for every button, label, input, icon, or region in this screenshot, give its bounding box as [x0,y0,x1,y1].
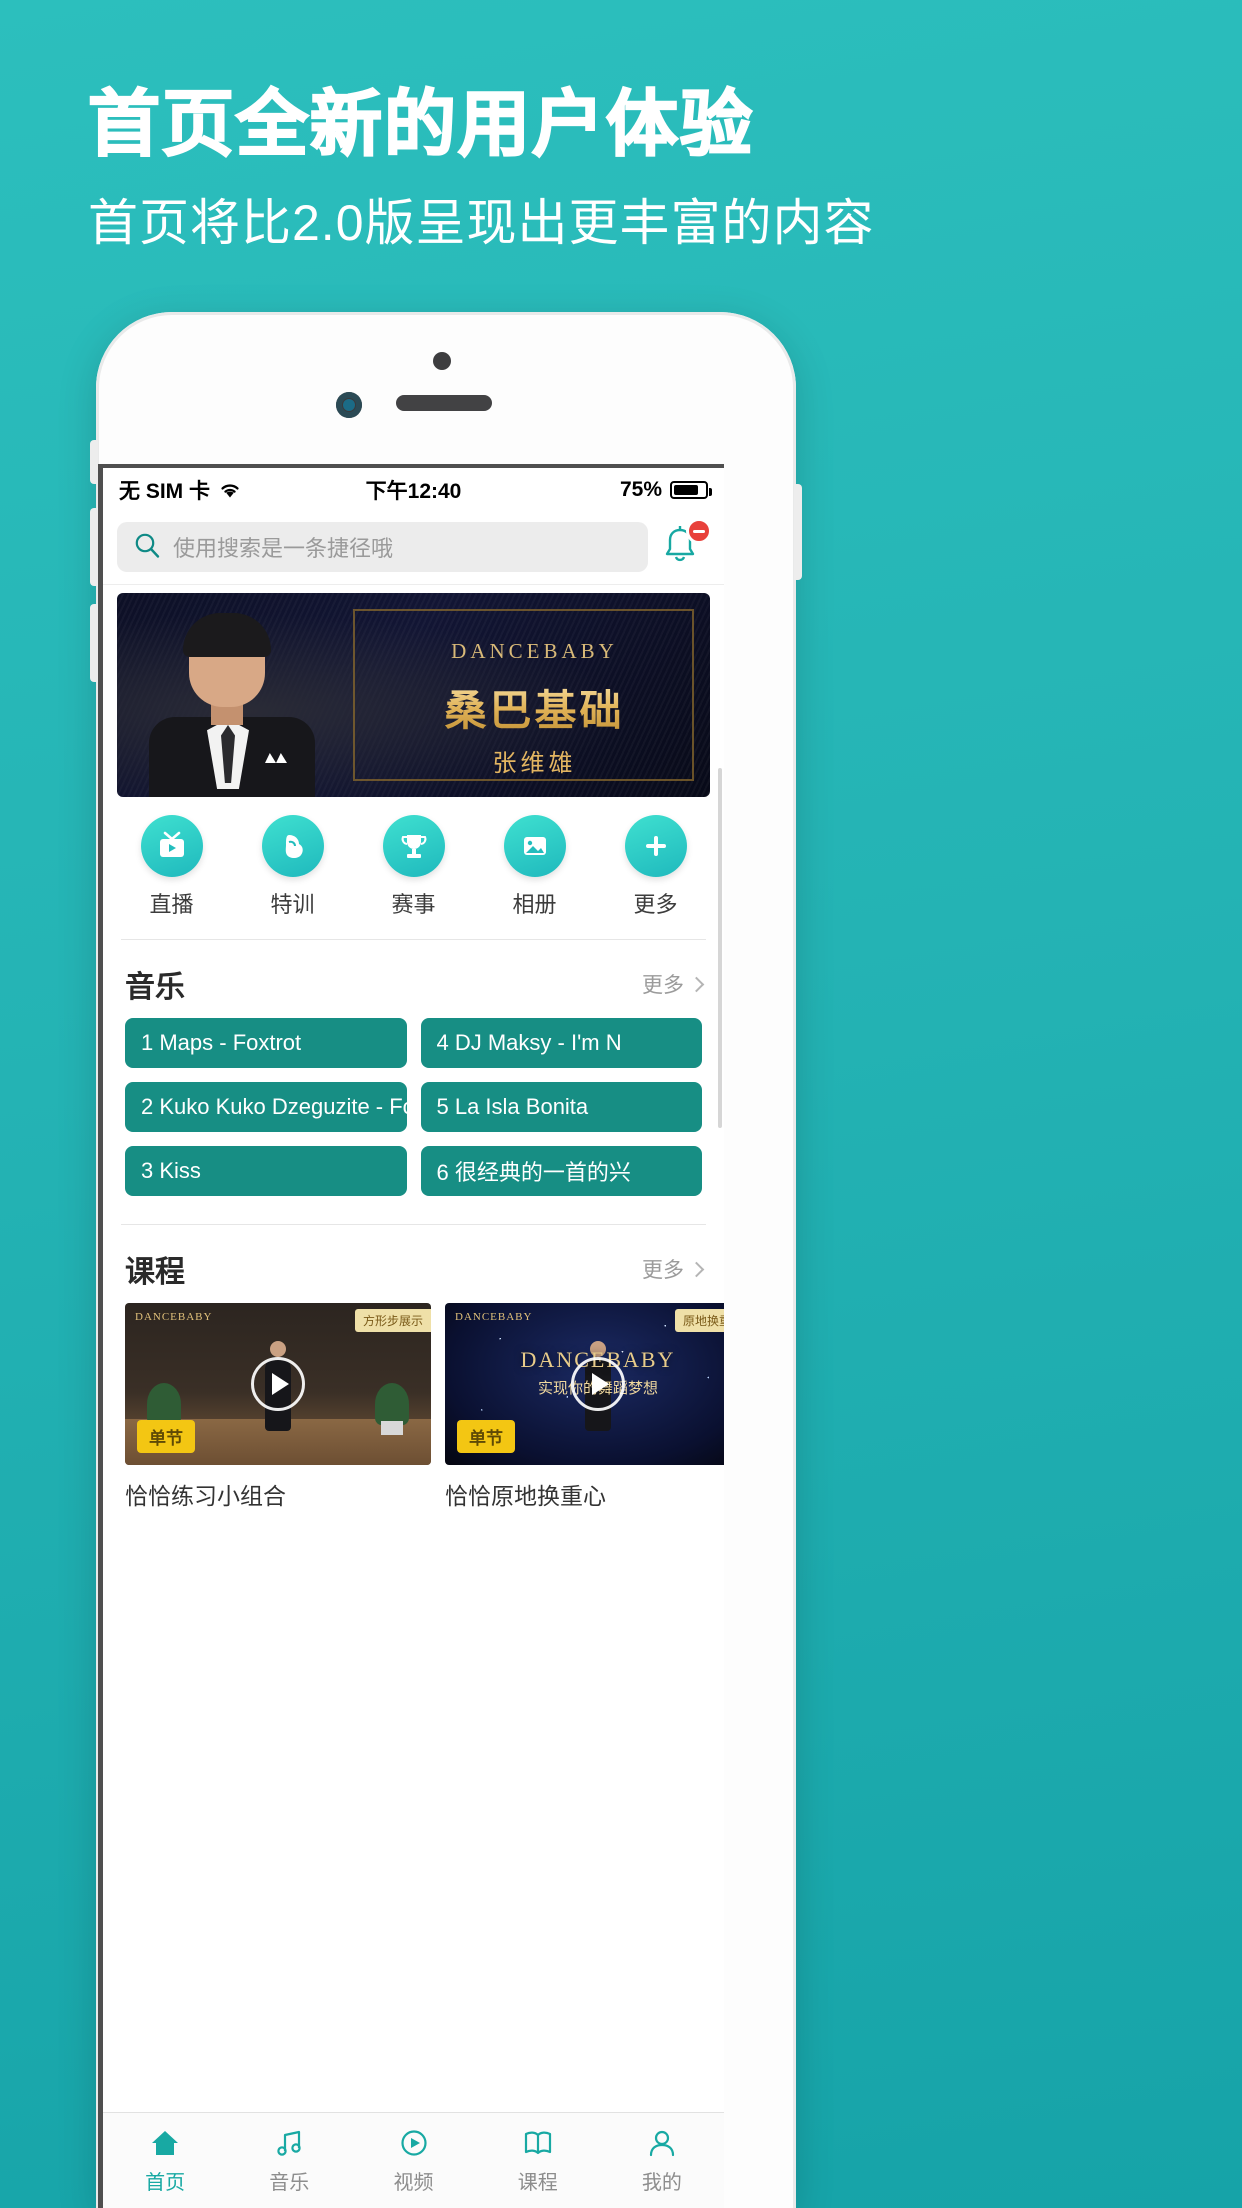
banner-wrap: DANCEBABY 桑巴基础 张维雄 [103,585,724,797]
muscle-arm-icon [261,815,324,877]
banner-person-illustration [137,613,327,797]
chevron-right-icon [688,1261,705,1277]
volume-up-button [90,508,98,586]
quick-action-label: 更多 [633,892,678,917]
music-list: 1 Maps - Foxtrot 4 DJ Maksy - I'm N 2 Ku… [103,1018,724,1204]
course-list: DANCEBABY 方形步展示 单节 恰恰练习小组合 DANCEBABY 原地换… [103,1303,724,1511]
tab-music[interactable]: 音乐 [227,2127,351,2195]
mute-switch [90,440,98,484]
quick-action-label: 直播 [149,892,194,917]
page-subtitle: 首页将比2.0版呈现出更丰富的内容 [88,195,875,251]
notification-bell-button[interactable] [658,518,712,572]
tab-label: 我的 [641,2171,682,2194]
quick-action-album[interactable]: 相册 [474,815,595,919]
tab-label: 视频 [393,2171,434,2194]
status-bar-right: 75% [461,478,712,502]
quick-action-events[interactable]: 赛事 [353,815,474,919]
music-more-label: 更多 [642,974,684,997]
power-button [794,484,802,580]
quick-action-label: 相册 [512,892,557,917]
quick-action-training[interactable]: 特训 [232,815,353,919]
quick-actions-row: 直播 特训 赛事 相册 更多 [103,797,724,933]
course-thumbnail[interactable]: DANCEBABY 原地换重心 DANCEBABY 实现你的舞蹈梦想 单节 [445,1303,724,1465]
course-logo: DANCEBABY [455,1311,533,1323]
music-item[interactable]: 6 很经典的一首的兴 [420,1146,702,1196]
hero-banner[interactable]: DANCEBABY 桑巴基础 张维雄 [117,593,710,797]
home-icon [152,2130,179,2155]
video-play-icon [400,2129,427,2156]
banner-author: 张维雄 [492,750,577,777]
course-unit-badge: 单节 [457,1420,515,1453]
quick-action-label: 特训 [270,892,315,917]
course-more-button[interactable]: 更多 [642,1254,705,1284]
music-item[interactable]: 5 La Isla Bonita [420,1082,702,1132]
quick-action-live[interactable]: 直播 [111,815,232,919]
course-section-title: 课程 [125,1256,185,1289]
tab-home[interactable]: 首页 [103,2127,227,2195]
search-input[interactable]: 使用搜索是一条捷径哦 [117,522,648,572]
tab-label: 课程 [517,2171,558,2194]
music-section-header: 音乐 更多 [103,940,724,1018]
course-card[interactable]: DANCEBABY 方形步展示 单节 恰恰练习小组合 [125,1303,431,1511]
app-screen: 无 SIM 卡 下午12:40 75% 使用搜索是一条捷径哦 DANCEBABY… [98,464,724,2208]
course-title: 恰恰原地换重心 [445,1483,606,1509]
front-camera-icon [336,392,362,418]
scrollbar[interactable] [718,768,722,1128]
music-item[interactable]: 3 Kiss [125,1146,407,1196]
quick-action-more[interactable]: 更多 [595,815,716,919]
photo-icon [503,815,566,877]
tab-video[interactable]: 视频 [351,2127,475,2195]
book-icon [524,2131,551,2154]
search-placeholder: 使用搜索是一条捷径哦 [173,536,394,561]
music-item[interactable]: 4 DJ Maksy - I'm N [420,1018,702,1068]
course-unit-badge: 单节 [137,1420,195,1453]
search-icon [133,531,161,564]
tab-profile[interactable]: 我的 [600,2127,724,2195]
course-card[interactable]: DANCEBABY 原地换重心 DANCEBABY 实现你的舞蹈梦想 单节 恰恰… [445,1303,724,1511]
phone-mockup: 无 SIM 卡 下午12:40 75% 使用搜索是一条捷径哦 DANCEBABY… [90,312,802,2208]
status-bar: 无 SIM 卡 下午12:40 75% [103,468,724,512]
play-icon[interactable] [571,1357,625,1411]
proximity-sensor-icon [433,352,451,370]
chevron-right-icon [688,976,705,992]
course-corner-tag: 原地换重心 [674,1309,724,1332]
course-corner-tag: 方形步展示 [354,1309,431,1332]
course-more-label: 更多 [642,1259,684,1282]
course-title: 恰恰练习小组合 [125,1483,286,1509]
notification-badge [686,518,712,544]
wifi-icon [218,481,242,499]
tv-play-icon [140,815,203,877]
music-note-icon [277,2130,301,2156]
course-logo: DANCEBABY [135,1311,213,1323]
page-title: 首页全新的用户体验 [87,82,755,166]
tab-label: 首页 [145,2171,186,2194]
battery-icon [670,481,712,499]
quick-action-label: 赛事 [391,892,436,917]
music-item[interactable]: 1 Maps - Foxtrot [125,1018,407,1068]
banner-title: 桑巴基础 [385,677,684,738]
music-item[interactable]: 2 Kuko Kuko Dzeguzite - Foxtrot [125,1082,407,1132]
earpiece-speaker [396,395,492,411]
tab-label: 音乐 [269,2171,310,2194]
volume-down-button [90,604,98,682]
bottom-tab-bar: 首页 音乐 视频 课程 我的 [103,2112,724,2208]
status-bar-left: 无 SIM 卡 [119,475,366,505]
battery-percent-label: 75% [619,478,662,501]
clock-label: 下午12:40 [365,480,462,503]
course-section-header: 课程 更多 [103,1225,724,1303]
tab-course[interactable]: 课程 [476,2127,600,2195]
play-icon[interactable] [251,1357,305,1411]
banner-brand: DANCEBABY [451,639,618,663]
search-row: 使用搜索是一条捷径哦 [103,512,724,585]
music-section-title: 音乐 [125,971,185,1004]
plus-circle-icon [624,815,687,877]
course-thumbnail[interactable]: DANCEBABY 方形步展示 单节 [125,1303,431,1465]
music-more-button[interactable]: 更多 [642,969,705,999]
person-icon [649,2130,675,2156]
carrier-label: 无 SIM 卡 [119,480,211,503]
trophy-icon [382,815,445,877]
